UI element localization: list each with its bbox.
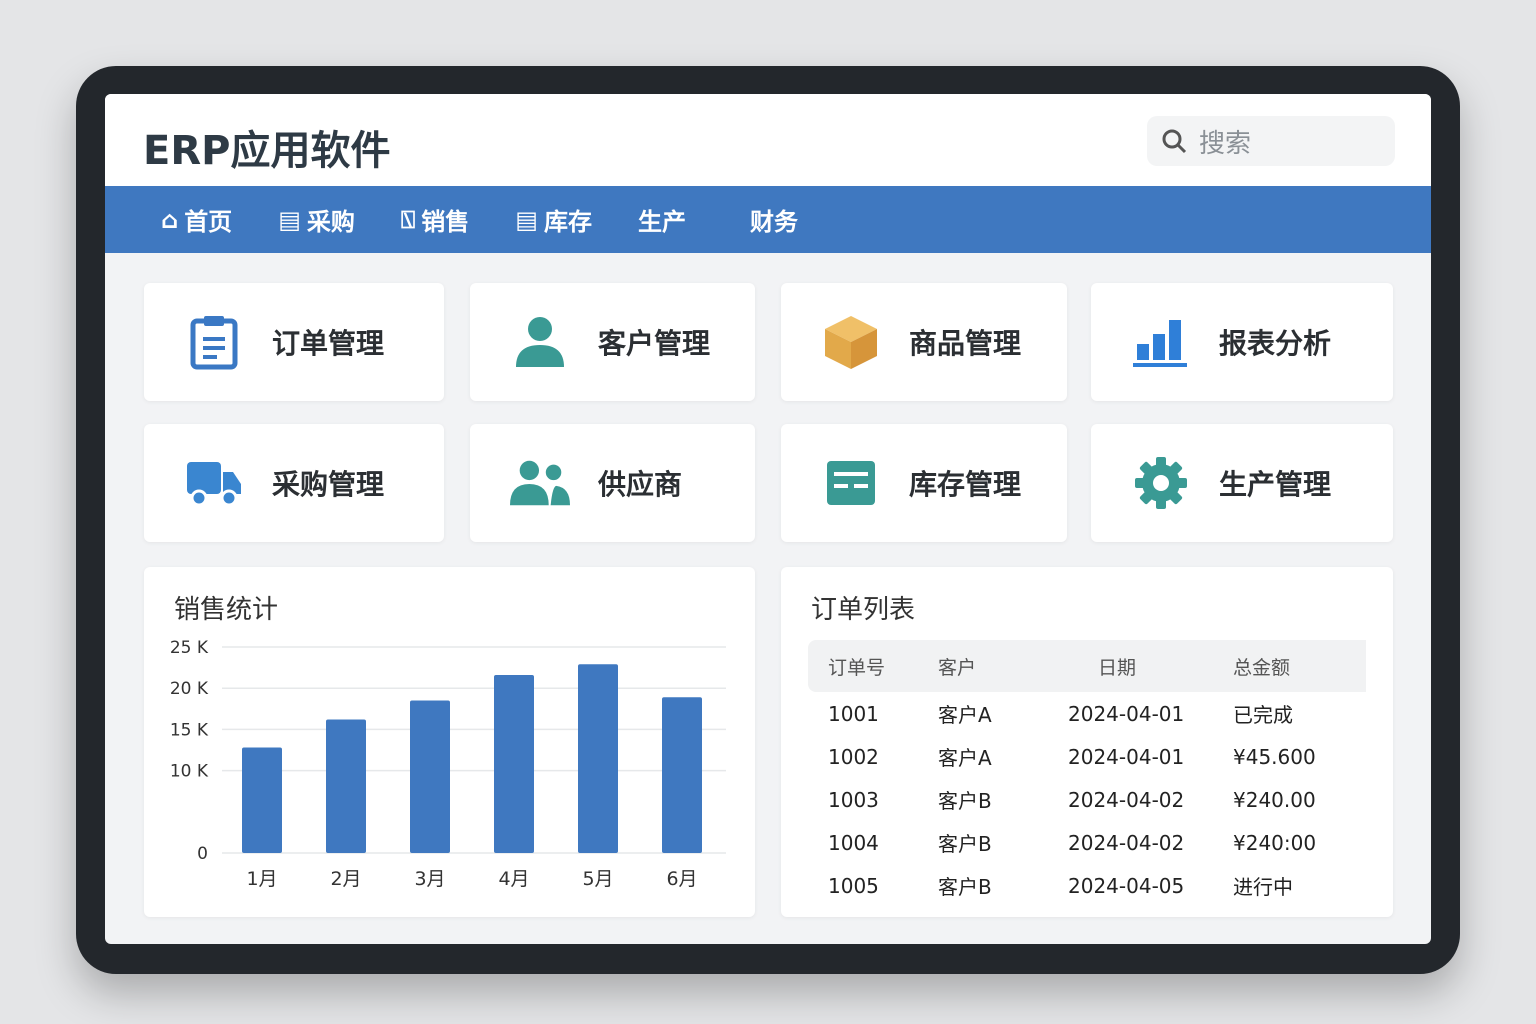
cell: 2024-04-02	[1068, 830, 1185, 855]
cell: 客户B	[938, 875, 992, 899]
search-placeholder: 搜索	[1199, 128, 1252, 159]
bar-5	[578, 664, 618, 853]
cell: 2024-04-01	[1068, 701, 1185, 726]
cell: 1003	[828, 787, 879, 812]
cell: ¥240.00	[1233, 787, 1316, 812]
cell: 已完成	[1233, 703, 1293, 727]
nav-label: 生产	[637, 208, 686, 236]
x-tick-label: 6月	[666, 868, 697, 890]
home-icon: ⌂	[161, 205, 179, 234]
order-list-title: 订单列表	[811, 595, 916, 625]
cell: 1004	[828, 830, 879, 855]
cell: 2024-04-01	[1068, 744, 1185, 769]
module-card-clipboard[interactable]: 订单管理	[144, 283, 444, 401]
module-label: 库存管理	[909, 468, 1022, 501]
cell: 1002	[828, 744, 879, 769]
cell: ¥45.600	[1233, 744, 1316, 769]
x-tick-label: 5月	[582, 868, 613, 890]
nav-label: 采购	[306, 208, 355, 236]
table-header-row: 订单号 客户 日期 总金额	[808, 640, 1366, 692]
col-amount: 总金额	[1233, 640, 1366, 692]
sales-bar-chart: 25 K 20 K 15 K 10 K 0 1月 2月 3月 4月 5月 6月	[170, 638, 726, 890]
y-tick-label: 10 K	[170, 762, 209, 782]
table-row[interactable]: 1001 客户A 2024-04-01 已完成	[808, 692, 1366, 735]
user-icon	[510, 312, 570, 372]
nav-home[interactable]: ⌂ 首页	[161, 202, 232, 237]
module-card-inventory[interactable]: 库存管理	[781, 424, 1067, 542]
cell: 客户A	[938, 703, 992, 727]
module-card-user[interactable]: 客户管理	[470, 283, 755, 401]
document-icon: ▤	[278, 205, 301, 234]
cell: 进行中	[1233, 875, 1293, 899]
x-tick-label: 2月	[330, 868, 361, 890]
bar-4	[494, 675, 534, 853]
table-row[interactable]: 1003 客户B 2024-04-02 ¥240.00	[808, 778, 1366, 821]
module-label: 客户管理	[598, 327, 711, 360]
y-tick-label: 0	[197, 844, 208, 864]
module-card-truck[interactable]: 采购管理	[144, 424, 444, 542]
nav-inventory[interactable]: ▤ 库存	[515, 202, 592, 237]
package-icon	[821, 312, 881, 372]
bar-6	[662, 697, 702, 853]
nav-label: 首页	[184, 208, 233, 236]
module-label: 报表分析	[1219, 327, 1332, 360]
x-tick-label: 3月	[414, 868, 445, 890]
bar-2	[326, 719, 366, 853]
app-title: ERP应用软件	[143, 128, 391, 174]
module-card-users[interactable]: 供应商	[470, 424, 755, 542]
main-nav: ⌂ 首页 ▤ 采购 ⍂ 销售 ▤ 库存 生产 财务	[105, 186, 1431, 253]
truck-icon	[184, 453, 244, 513]
y-tick-label: 25 K	[170, 638, 209, 658]
col-date: 日期	[1068, 640, 1233, 692]
module-card-bar-chart[interactable]: 报表分析	[1091, 283, 1393, 401]
order-table: 订单号 客户 日期 总金额 1001 客户A 2024-04-01 已完成 1002 客户…	[808, 640, 1366, 907]
bar-3	[410, 700, 450, 853]
module-label: 采购管理	[272, 468, 385, 501]
table-row[interactable]: 1002 客户A 2024-04-01 ¥45.600	[808, 735, 1366, 778]
nav-label: 财务	[749, 208, 798, 236]
module-label: 商品管理	[909, 327, 1022, 360]
users-icon	[510, 453, 570, 513]
tag-icon: ⍂	[400, 205, 416, 234]
cell: 客户B	[938, 832, 992, 856]
module-label: 供应商	[598, 468, 683, 501]
nav-purchase[interactable]: ▤ 采购	[278, 202, 355, 237]
y-tick-label: 20 K	[170, 679, 209, 699]
module-label: 订单管理	[272, 327, 385, 360]
app-screen: ERP应用软件 搜索 ⌂ 首页 ▤ 采购 ⍂ 销售 ▤ 库存 生产 财务 订单管理 客户管…	[105, 94, 1431, 944]
col-customer: 客户	[938, 640, 1068, 692]
y-tick-label: 15 K	[170, 720, 209, 740]
table-row[interactable]: 1004 客户B 2024-04-02 ¥240:00	[808, 821, 1366, 864]
nav-label: 库存	[543, 208, 592, 236]
order-list-panel: 订单列表 订单号 客户 日期 总金额 1001 客户A 2024-04-01 已完成 1…	[781, 567, 1393, 917]
search-input[interactable]: 搜索	[1147, 116, 1395, 166]
sales-chart-panel: 销售统计 25 K 20 K 15 K 10 K 0 1月 2月 3月 4月 5月 6月	[144, 567, 755, 917]
module-label: 生产管理	[1219, 468, 1332, 501]
module-card-package[interactable]: 商品管理	[781, 283, 1067, 401]
search-icon	[1162, 129, 1187, 154]
bar-1	[242, 747, 282, 853]
box-icon: ▤	[515, 205, 538, 234]
nav-production[interactable]: 生产	[638, 202, 686, 237]
cell: 客户A	[938, 746, 992, 770]
cell: 客户B	[938, 789, 992, 813]
cell: 2024-04-05	[1068, 873, 1185, 898]
gear-icon	[1131, 453, 1191, 513]
x-tick-label: 1月	[246, 868, 277, 890]
bar-chart-icon	[1131, 312, 1191, 372]
inventory-icon	[821, 453, 881, 513]
header: ERP应用软件 搜索	[105, 94, 1431, 186]
cell: 1001	[828, 701, 879, 726]
nav-label: 销售	[421, 208, 470, 236]
table-row[interactable]: 1005 客户B 2024-04-05 进行中	[808, 864, 1366, 907]
cell: 1005	[828, 873, 879, 898]
clipboard-icon	[184, 312, 244, 372]
module-card-gear[interactable]: 生产管理	[1091, 424, 1393, 542]
col-order-id: 订单号	[808, 640, 938, 692]
nav-finance[interactable]: 财务	[750, 202, 798, 237]
x-tick-label: 4月	[498, 868, 529, 890]
cell: ¥240:00	[1233, 830, 1317, 855]
nav-sales[interactable]: ⍂ 销售	[401, 202, 469, 237]
cell: 2024-04-02	[1068, 787, 1185, 812]
